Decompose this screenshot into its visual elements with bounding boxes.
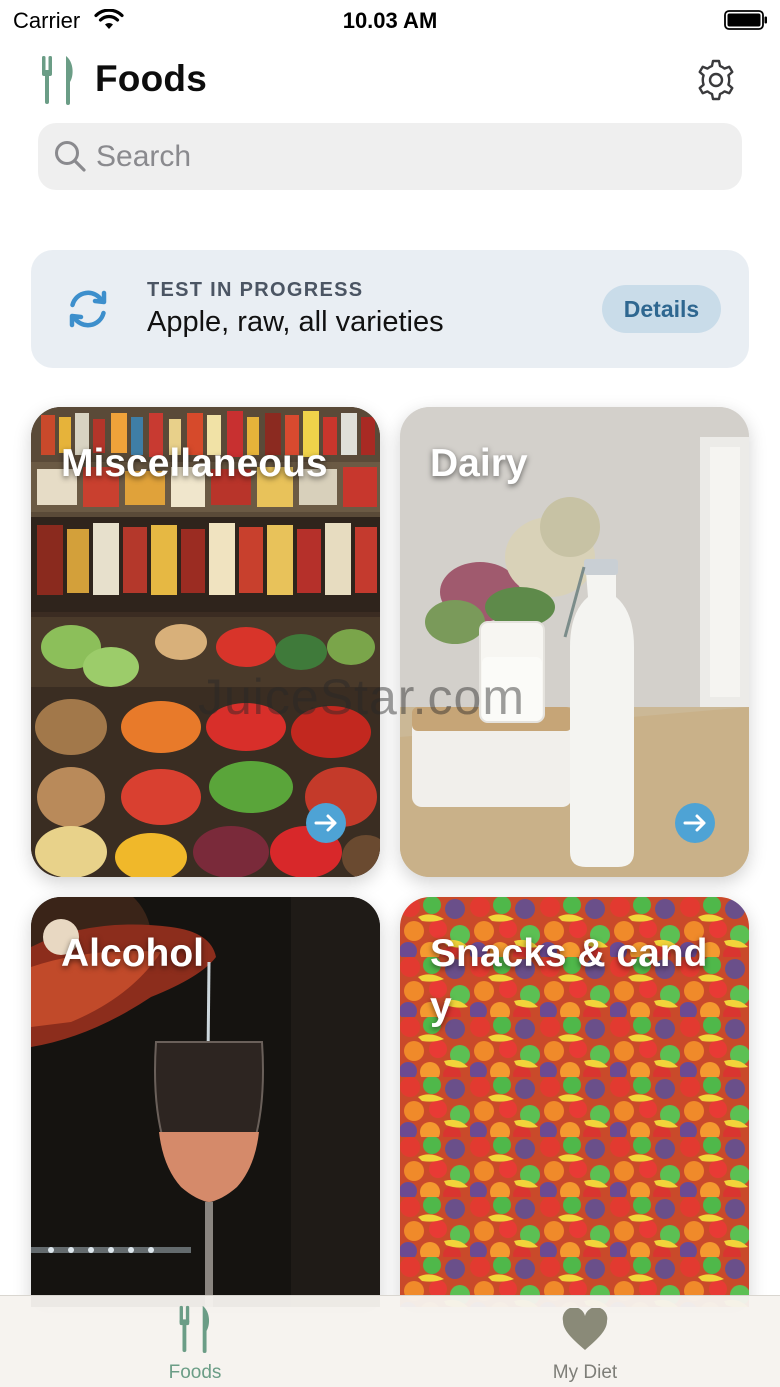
fork-knife-icon bbox=[179, 1305, 210, 1354]
category-label: Alcohol bbox=[61, 932, 204, 975]
details-button[interactable]: Details bbox=[602, 285, 721, 333]
test-status-label: TEST IN PROGRESS bbox=[147, 279, 364, 301]
arrow-right-icon[interactable] bbox=[306, 803, 346, 843]
category-tile-alcohol[interactable]: Alcohol bbox=[31, 897, 380, 1307]
status-bar: Carrier 10.03 AM bbox=[0, 0, 780, 40]
tab-my-diet[interactable]: My Diet bbox=[390, 1296, 780, 1387]
battery-icon bbox=[724, 10, 767, 30]
category-label: Miscellaneous bbox=[61, 442, 328, 485]
category-tile-snacks-candy[interactable]: Snacks & candy bbox=[400, 897, 749, 1307]
sync-icon bbox=[69, 290, 107, 328]
category-tile-miscellaneous[interactable]: Miscellaneous bbox=[31, 407, 380, 877]
heart-icon bbox=[562, 1308, 608, 1350]
category-label: Snacks & candy bbox=[430, 932, 708, 1028]
category-label: Dairy bbox=[430, 442, 528, 485]
tab-label: My Diet bbox=[552, 1362, 618, 1383]
test-food-name: Apple, raw, all varieties bbox=[147, 306, 444, 338]
tab-label: Foods bbox=[168, 1362, 222, 1383]
fork-knife-icon bbox=[42, 56, 73, 105]
tab-bar: Foods My Diet bbox=[0, 1295, 780, 1387]
tab-foods[interactable]: Foods bbox=[0, 1296, 390, 1387]
search-bar[interactable] bbox=[38, 123, 742, 190]
search-input[interactable] bbox=[96, 137, 716, 177]
search-icon bbox=[55, 141, 86, 172]
page-title: Foods bbox=[95, 58, 207, 99]
gear-icon[interactable] bbox=[694, 58, 738, 102]
arrow-right-icon[interactable] bbox=[675, 803, 715, 843]
category-tile-dairy[interactable]: Dairy bbox=[400, 407, 749, 877]
clock: 10.03 AM bbox=[342, 8, 438, 33]
